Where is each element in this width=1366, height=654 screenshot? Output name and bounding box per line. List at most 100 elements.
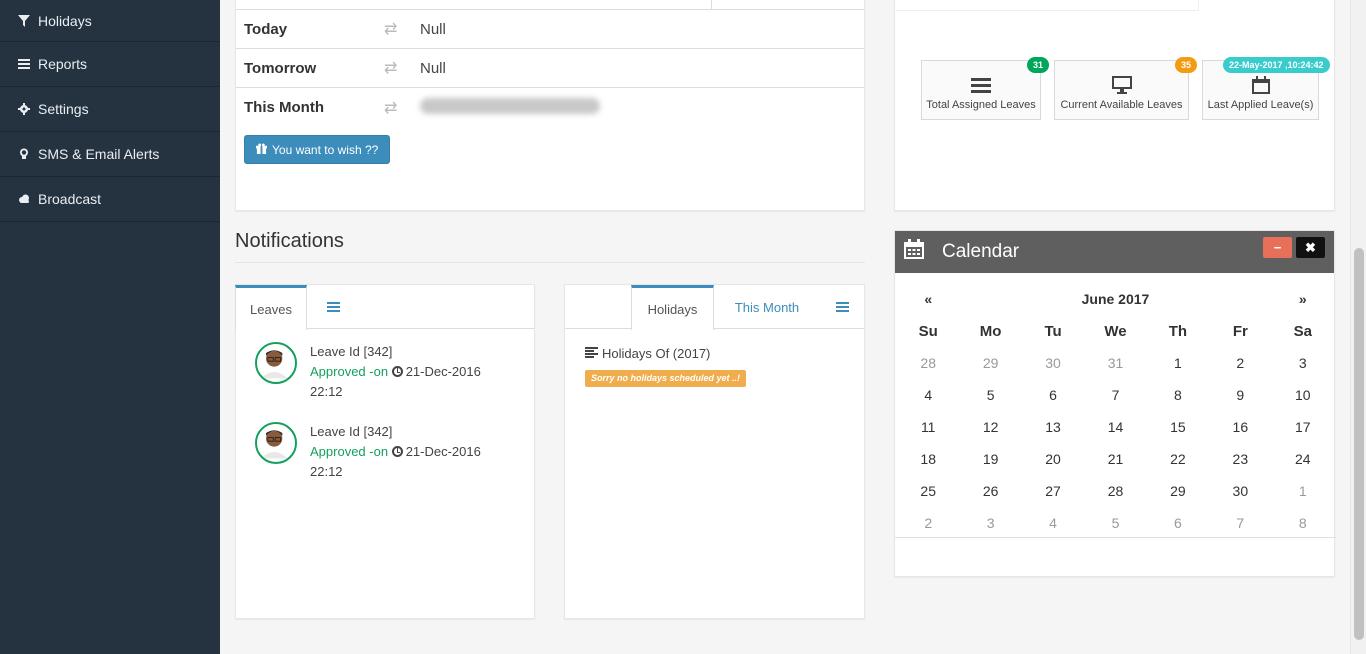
calendar-day[interactable]: 22	[1147, 443, 1209, 475]
next-month-button[interactable]: »	[1272, 283, 1334, 315]
calendar-panel: Calendar − ✖ « June 2017 » Su Mo Tu We Th Fr S…	[894, 230, 1336, 577]
sidebar-item-reports[interactable]: Reports	[0, 42, 220, 87]
scrollbar-thumb[interactable]	[1354, 248, 1364, 640]
calendar-day[interactable]: 7	[1209, 507, 1271, 539]
leave-id: Leave Id [342]	[310, 424, 393, 439]
wish-panel: Today ⇄ Null Tomorrow ⇄ Null This Month …	[235, 0, 865, 211]
menu-icon[interactable]	[831, 285, 853, 329]
calendar-day[interactable]: 7	[1084, 379, 1146, 411]
wish-button[interactable]: You want to wish ??	[244, 135, 391, 164]
calendar-day[interactable]: 1	[1147, 347, 1209, 379]
calendar-day[interactable]: 25	[897, 475, 959, 507]
calendar-day[interactable]: 20	[1022, 443, 1084, 475]
row-label: Tomorrow	[244, 59, 317, 77]
minimize-button[interactable]: −	[1263, 237, 1292, 258]
sidebar-item-broadcast[interactable]: Broadcast	[0, 177, 220, 222]
holidays-heading: Holidays Of (2017)	[585, 346, 710, 361]
sidebar-item-settings[interactable]: Settings	[0, 87, 220, 132]
calendar-week: 4 5 6 7 8 9 10	[897, 379, 1334, 411]
calendar-day[interactable]: 31	[1084, 347, 1146, 379]
calendar-day[interactable]: 8	[1272, 507, 1334, 539]
weekday-label: Tu	[1044, 322, 1062, 340]
calendar-day[interactable]: 30	[1209, 475, 1271, 507]
calendar-day[interactable]: 30	[1022, 347, 1084, 379]
stat-label: Current Available Leaves	[1060, 99, 1183, 111]
sidebar-item-label: SMS & Email Alerts	[38, 146, 160, 162]
leave-date: 21-Dec-2016	[405, 364, 481, 379]
calendar-day[interactable]: 14	[1084, 411, 1146, 443]
calendar-day[interactable]: 2	[1209, 347, 1271, 379]
sidebar-item-label: Reports	[38, 56, 88, 72]
calendar-week: 28 29 30 31 1 2 3	[897, 347, 1334, 379]
calendar-day[interactable]: 12	[959, 411, 1021, 443]
calendar-week: 2345678	[897, 507, 1334, 539]
stat-last-applied-leaves[interactable]: 22-May-2017 ,10:24:42 Last Applied Leave…	[1202, 57, 1330, 120]
tab-leaves[interactable]: Leaves	[235, 285, 307, 330]
calendar-day[interactable]: 1	[1272, 475, 1334, 507]
calendar-day[interactable]: 9	[1209, 379, 1271, 411]
calendar-day[interactable]: 18	[897, 443, 959, 475]
calendar-grid: « June 2017 » Su Mo Tu We Th Fr Sa 28 29 30 31 1 2 3…	[897, 283, 1334, 539]
bars-icon	[922, 76, 1040, 96]
main-content: Today ⇄ Null Tomorrow ⇄ Null This Month …	[220, 0, 1350, 654]
calendar-day[interactable]: 26	[959, 475, 1021, 507]
wish-row-tomorrow: Tomorrow ⇄ Null	[236, 49, 864, 88]
leave-status: Approved -on	[310, 444, 389, 459]
row-value: Null	[420, 20, 446, 38]
exchange-icon: ⇄	[384, 99, 398, 117]
calendar-day[interactable]: 2	[897, 507, 959, 539]
calendar-week: 25 26 27 28 29 30 1	[897, 475, 1334, 507]
calendar-day[interactable]: 29	[959, 347, 1021, 379]
wish-button-label: You want to wish ??	[272, 142, 379, 157]
tab-bar: Holidays This Month	[565, 285, 864, 330]
holidays-heading-text: Holidays Of (2017)	[602, 346, 711, 361]
calendar-day[interactable]: 4	[897, 379, 959, 411]
calendar-day[interactable]: 6	[1147, 507, 1209, 539]
calendar-month-label[interactable]: June 2017	[959, 283, 1271, 315]
sidebar-item-sms-email-alerts[interactable]: SMS & Email Alerts	[0, 132, 220, 177]
tab-holidays[interactable]: Holidays	[631, 285, 714, 330]
calendar-day[interactable]: 13	[1022, 411, 1084, 443]
calendar-day[interactable]: 19	[959, 443, 1021, 475]
leave-time: 22:12	[310, 384, 343, 399]
calendar-day[interactable]: 24	[1272, 443, 1334, 475]
calendar-day[interactable]: 15	[1147, 411, 1209, 443]
sidebar-item-holidays[interactable]: Holidays	[0, 0, 220, 42]
avatar	[255, 422, 297, 464]
tab-this-month[interactable]: This Month	[725, 285, 809, 329]
list-item: Leave Id [342] Approved -on 21-Dec-2016 …	[255, 342, 481, 402]
stats-top-box	[895, 0, 1199, 11]
calendar-day[interactable]: 8	[1147, 379, 1209, 411]
calendar-day[interactable]: 3	[1272, 347, 1334, 379]
prev-month-button[interactable]: «	[897, 283, 959, 315]
calendar-day[interactable]: 28	[1084, 475, 1146, 507]
calendar-day[interactable]: 28	[897, 347, 959, 379]
stat-label: Total Assigned Leaves	[926, 99, 1036, 111]
stat-badge: 35	[1175, 57, 1198, 73]
calendar-day[interactable]: 16	[1209, 411, 1271, 443]
calendar-day[interactable]: 3	[959, 507, 1021, 539]
stat-current-available-leaves[interactable]: 35 Current Available Leaves	[1054, 57, 1198, 120]
scrollbar[interactable]	[1350, 0, 1366, 654]
calendar-day[interactable]: 23	[1209, 443, 1271, 475]
calendar-day[interactable]: 10	[1272, 379, 1334, 411]
calendar-day[interactable]: 27	[1022, 475, 1084, 507]
calendar-day[interactable]: 17	[1272, 411, 1334, 443]
calendar-day[interactable]: 21	[1084, 443, 1146, 475]
calendar-day[interactable]: 5	[1084, 507, 1146, 539]
row-label: Today	[244, 20, 288, 38]
leave-date: 21-Dec-2016	[405, 444, 481, 459]
sidebar-item-label: Settings	[38, 101, 89, 117]
wish-row-today: Today ⇄ Null	[236, 10, 864, 49]
sidebar-item-label: Holidays	[38, 12, 92, 29]
calendar-day[interactable]: 29	[1147, 475, 1209, 507]
calendar-day[interactable]: 5	[959, 379, 1021, 411]
row-value: Null	[420, 59, 446, 77]
calendar-day[interactable]: 11	[897, 411, 959, 443]
close-button[interactable]: ✖	[1296, 237, 1325, 258]
stat-total-assigned-leaves[interactable]: 31 Total Assigned Leaves	[921, 57, 1050, 120]
stat-badge: 31	[1027, 57, 1050, 73]
calendar-day[interactable]: 4	[1022, 507, 1084, 539]
calendar-day[interactable]: 6	[1022, 379, 1084, 411]
menu-icon[interactable]	[322, 285, 344, 329]
